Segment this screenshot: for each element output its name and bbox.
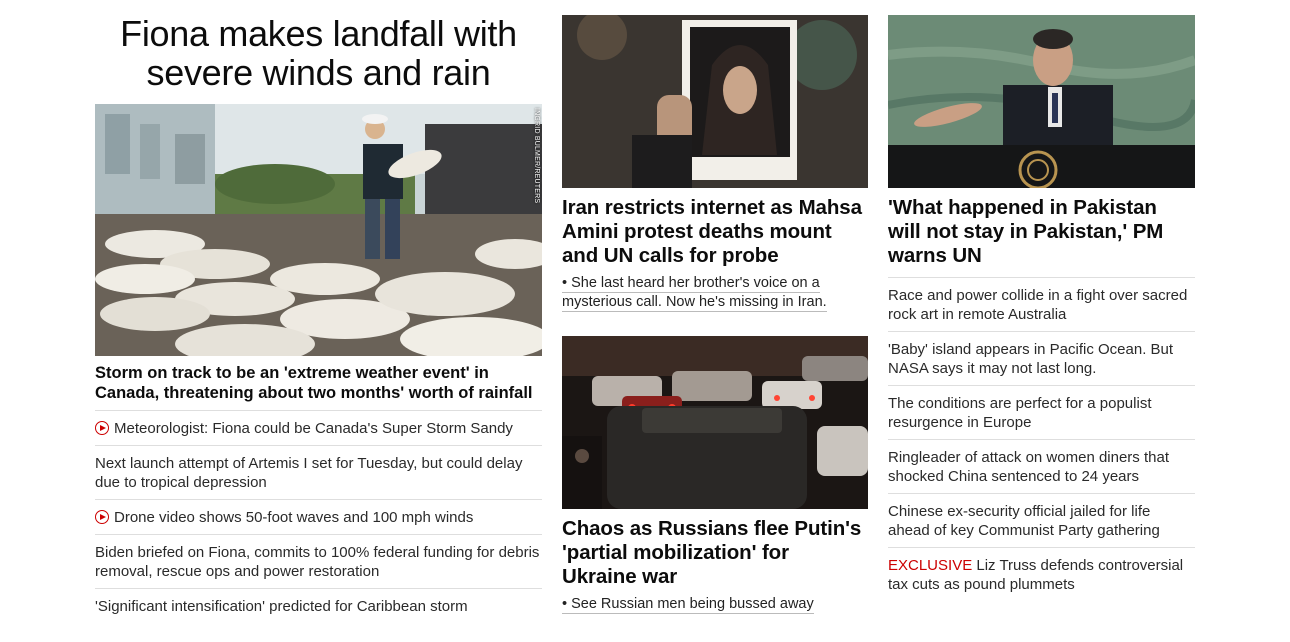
sandbag-worker-photo (95, 104, 542, 356)
related-link-5[interactable]: 'Significant intensification' predicted … (95, 588, 542, 623)
lead-column: Fiona makes landfall with severe winds a… (95, 0, 542, 623)
right-column-links: Race and power collide in a fight over s… (888, 277, 1195, 601)
photo-credit: INGRID BULMER/REUTERS (533, 108, 540, 204)
lead-headline[interactable]: Fiona makes landfall with severe winds a… (95, 0, 542, 92)
lead-story-image[interactable]: INGRID BULMER/REUTERS (95, 104, 542, 356)
related-link-4[interactable]: Biden briefed on Fiona, commits to 100% … (95, 534, 542, 588)
russia-headline[interactable]: Chaos as Russians flee Putin's 'partial … (562, 517, 868, 589)
right-link-2[interactable]: 'Baby' island appears in Pacific Ocean. … (888, 331, 1195, 385)
lead-related-links: Meteorologist: Fiona could be Canada's S… (95, 410, 542, 623)
russia-story-image[interactable] (562, 336, 868, 509)
right-column: 'What happened in Pakistan will not stay… (888, 0, 1195, 601)
related-link-1[interactable]: Meteorologist: Fiona could be Canada's S… (95, 410, 542, 445)
related-link-2[interactable]: Next launch attempt of Artemis I set for… (95, 445, 542, 499)
pakistan-headline[interactable]: 'What happened in Pakistan will not stay… (888, 196, 1195, 268)
lead-sub-headline[interactable]: Storm on track to be an 'extreme weather… (95, 363, 542, 403)
protest-poster-photo (562, 15, 868, 188)
right-link-1[interactable]: Race and power collide in a fight over s… (888, 277, 1195, 331)
iran-story-image[interactable] (562, 15, 868, 188)
traffic-jam-photo (562, 336, 868, 509)
right-link-4[interactable]: Ringleader of attack on women diners tha… (888, 439, 1195, 493)
middle-column: Iran restricts internet as Mahsa Amini p… (562, 0, 868, 614)
exclusive-label: EXCLUSIVE (888, 557, 973, 574)
pakistan-story-image[interactable] (888, 15, 1195, 188)
right-link-5[interactable]: Chinese ex-security official jailed for … (888, 493, 1195, 547)
play-circle-icon (95, 510, 109, 524)
play-circle-icon (95, 421, 109, 435)
iran-bullet-link[interactable]: • She last heard her brother's voice on … (562, 275, 827, 312)
un-podium-photo (888, 15, 1195, 188)
iran-headline[interactable]: Iran restricts internet as Mahsa Amini p… (562, 196, 868, 268)
right-link-exclusive[interactable]: EXCLUSIVE Liz Truss defends controversia… (888, 547, 1195, 601)
related-link-3[interactable]: Drone video shows 50-foot waves and 100 … (95, 499, 542, 534)
right-link-3[interactable]: The conditions are perfect for a populis… (888, 385, 1195, 439)
russia-bullet-link[interactable]: • See Russian men being bussed away (562, 596, 814, 614)
